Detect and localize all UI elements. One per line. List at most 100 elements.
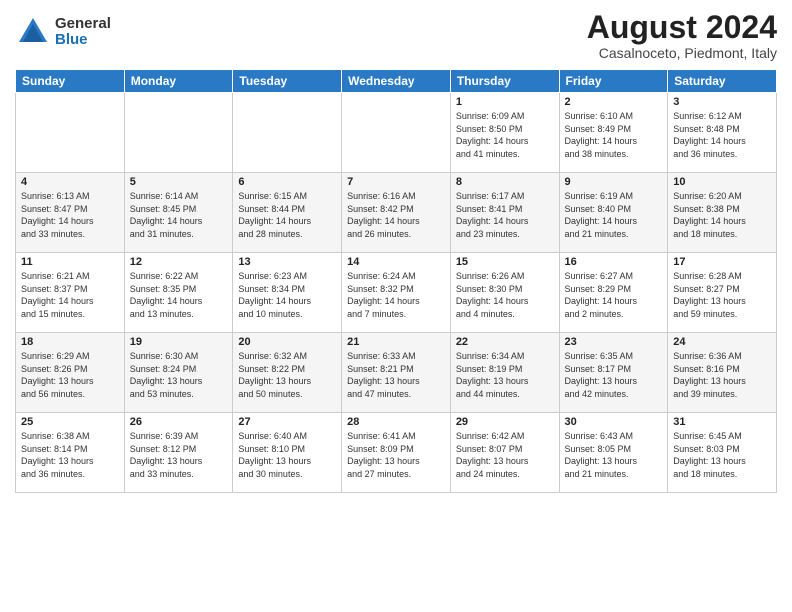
day-info-15: Sunrise: 6:26 AM Sunset: 8:30 PM Dayligh… — [456, 270, 554, 320]
day-number-9: 9 — [565, 176, 663, 188]
header-wednesday: Wednesday — [342, 70, 451, 93]
table-row: 23 Sunrise: 6:35 AM Sunset: 8:17 PM Dayli… — [559, 333, 668, 413]
header-saturday: Saturday — [668, 70, 777, 93]
table-row: 31 Sunrise: 6:45 AM Sunset: 8:03 PM Dayli… — [668, 413, 777, 493]
day-info-19: Sunrise: 6:30 AM Sunset: 8:24 PM Dayligh… — [130, 350, 228, 400]
table-row: 17 Sunrise: 6:28 AM Sunset: 8:27 PM Dayli… — [668, 253, 777, 333]
day-number-8: 8 — [456, 176, 554, 188]
day-info-16: Sunrise: 6:27 AM Sunset: 8:29 PM Dayligh… — [565, 270, 663, 320]
day-info-2: Sunrise: 6:10 AM Sunset: 8:49 PM Dayligh… — [565, 110, 663, 160]
table-row: 24 Sunrise: 6:36 AM Sunset: 8:16 PM Dayli… — [668, 333, 777, 413]
day-number-24: 24 — [673, 336, 771, 348]
day-number-21: 21 — [347, 336, 445, 348]
day-number-6: 6 — [238, 176, 336, 188]
day-info-21: Sunrise: 6:33 AM Sunset: 8:21 PM Dayligh… — [347, 350, 445, 400]
calendar-table: Sunday Monday Tuesday Wednesday Thursday… — [15, 69, 777, 493]
day-info-12: Sunrise: 6:22 AM Sunset: 8:35 PM Dayligh… — [130, 270, 228, 320]
table-row: 6 Sunrise: 6:15 AM Sunset: 8:44 PM Daylig… — [233, 173, 342, 253]
day-number-14: 14 — [347, 256, 445, 268]
header: General Blue August 2024 Casalnoceto, Pi… — [15, 10, 777, 61]
day-info-26: Sunrise: 6:39 AM Sunset: 8:12 PM Dayligh… — [130, 430, 228, 480]
table-row: 14Sunrise: 6:24 AM Sunset: 8:32 PM Dayli… — [342, 253, 451, 333]
day-number-29: 29 — [456, 416, 554, 428]
logo-blue: Blue — [55, 32, 111, 49]
table-row: 3Sunrise: 6:12 AM Sunset: 8:48 PM Daylig… — [668, 93, 777, 173]
logo: General Blue — [15, 14, 111, 50]
table-row: 25Sunrise: 6:38 AM Sunset: 8:14 PM Dayli… — [16, 413, 125, 493]
day-info-17: Sunrise: 6:28 AM Sunset: 8:27 PM Dayligh… — [673, 270, 771, 320]
table-row — [233, 93, 342, 173]
day-info-27: Sunrise: 6:40 AM Sunset: 8:10 PM Dayligh… — [238, 430, 336, 480]
week-row-2: 4Sunrise: 6:13 AM Sunset: 8:47 PM Daylig… — [16, 173, 777, 253]
day-info-30: Sunrise: 6:43 AM Sunset: 8:05 PM Dayligh… — [565, 430, 663, 480]
day-info-9: Sunrise: 6:19 AM Sunset: 8:40 PM Dayligh… — [565, 190, 663, 240]
month-year-title: August 2024 — [587, 10, 777, 45]
table-row: 1 Sunrise: 6:09 AM Sunset: 8:50 PM Daylig… — [450, 93, 559, 173]
week-row-5: 25Sunrise: 6:38 AM Sunset: 8:14 PM Dayli… — [16, 413, 777, 493]
day-number-7: 7 — [347, 176, 445, 188]
header-tuesday: Tuesday — [233, 70, 342, 93]
header-sunday: Sunday — [16, 70, 125, 93]
day-number-30: 30 — [565, 416, 663, 428]
day-info-29: Sunrise: 6:42 AM Sunset: 8:07 PM Dayligh… — [456, 430, 554, 480]
day-info-18: Sunrise: 6:29 AM Sunset: 8:26 PM Dayligh… — [21, 350, 119, 400]
logo-text: General Blue — [55, 16, 111, 49]
day-number-11: 11 — [21, 256, 119, 268]
table-row: 19Sunrise: 6:30 AM Sunset: 8:24 PM Dayli… — [124, 333, 233, 413]
table-row: 26 Sunrise: 6:39 AM Sunset: 8:12 PM Dayli… — [124, 413, 233, 493]
table-row: 22Sunrise: 6:34 AM Sunset: 8:19 PM Dayli… — [450, 333, 559, 413]
day-info-24: Sunrise: 6:36 AM Sunset: 8:16 PM Dayligh… — [673, 350, 771, 400]
table-row: 10 Sunrise: 6:20 AM Sunset: 8:38 PM Dayli… — [668, 173, 777, 253]
logo-general: General — [55, 16, 111, 33]
day-info-13: Sunrise: 6:23 AM Sunset: 8:34 PM Dayligh… — [238, 270, 336, 320]
day-info-20: Sunrise: 6:32 AM Sunset: 8:22 PM Dayligh… — [238, 350, 336, 400]
week-row-1: 1 Sunrise: 6:09 AM Sunset: 8:50 PM Daylig… — [16, 93, 777, 173]
table-row: 21 Sunrise: 6:33 AM Sunset: 8:21 PM Dayli… — [342, 333, 451, 413]
day-info-5: Sunrise: 6:14 AM Sunset: 8:45 PM Dayligh… — [130, 190, 228, 240]
header-monday: Monday — [124, 70, 233, 93]
table-row: 29 Sunrise: 6:42 AM Sunset: 8:07 PM Dayli… — [450, 413, 559, 493]
day-info-3: Sunrise: 6:12 AM Sunset: 8:48 PM Dayligh… — [673, 110, 771, 160]
day-info-11: Sunrise: 6:21 AM Sunset: 8:37 PM Dayligh… — [21, 270, 119, 320]
day-number-10: 10 — [673, 176, 771, 188]
day-number-17: 17 — [673, 256, 771, 268]
day-number-26: 26 — [130, 416, 228, 428]
day-number-15: 15 — [456, 256, 554, 268]
day-info-4: Sunrise: 6:13 AM Sunset: 8:47 PM Dayligh… — [21, 190, 119, 240]
table-row: 20 Sunrise: 6:32 AM Sunset: 8:22 PM Dayli… — [233, 333, 342, 413]
logo-icon — [15, 14, 51, 50]
table-row: 8Sunrise: 6:17 AM Sunset: 8:41 PM Daylig… — [450, 173, 559, 253]
day-info-10: Sunrise: 6:20 AM Sunset: 8:38 PM Dayligh… — [673, 190, 771, 240]
table-row: 13Sunrise: 6:23 AM Sunset: 8:34 PM Dayli… — [233, 253, 342, 333]
day-info-23: Sunrise: 6:35 AM Sunset: 8:17 PM Dayligh… — [565, 350, 663, 400]
day-info-1: Sunrise: 6:09 AM Sunset: 8:50 PM Dayligh… — [456, 110, 554, 160]
week-row-3: 11 Sunrise: 6:21 AM Sunset: 8:37 PM Dayli… — [16, 253, 777, 333]
page-container: General Blue August 2024 Casalnoceto, Pi… — [0, 0, 792, 612]
header-thursday: Thursday — [450, 70, 559, 93]
day-number-1: 1 — [456, 96, 554, 108]
day-info-31: Sunrise: 6:45 AM Sunset: 8:03 PM Dayligh… — [673, 430, 771, 480]
day-info-22: Sunrise: 6:34 AM Sunset: 8:19 PM Dayligh… — [456, 350, 554, 400]
day-info-28: Sunrise: 6:41 AM Sunset: 8:09 PM Dayligh… — [347, 430, 445, 480]
day-number-31: 31 — [673, 416, 771, 428]
table-row: 15 Sunrise: 6:26 AM Sunset: 8:30 PM Dayli… — [450, 253, 559, 333]
day-number-27: 27 — [238, 416, 336, 428]
title-block: August 2024 Casalnoceto, Piedmont, Italy — [587, 10, 777, 61]
table-row: 27 Sunrise: 6:40 AM Sunset: 8:10 PM Dayli… — [233, 413, 342, 493]
header-friday: Friday — [559, 70, 668, 93]
table-row: 18Sunrise: 6:29 AM Sunset: 8:26 PM Dayli… — [16, 333, 125, 413]
table-row: 30 Sunrise: 6:43 AM Sunset: 8:05 PM Dayli… — [559, 413, 668, 493]
calendar-header-row: Sunday Monday Tuesday Wednesday Thursday… — [16, 70, 777, 93]
table-row — [342, 93, 451, 173]
day-info-6: Sunrise: 6:15 AM Sunset: 8:44 PM Dayligh… — [238, 190, 336, 240]
location-subtitle: Casalnoceto, Piedmont, Italy — [587, 45, 777, 61]
table-row: 28Sunrise: 6:41 AM Sunset: 8:09 PM Dayli… — [342, 413, 451, 493]
day-number-23: 23 — [565, 336, 663, 348]
table-row — [124, 93, 233, 173]
table-row: 11 Sunrise: 6:21 AM Sunset: 8:37 PM Dayli… — [16, 253, 125, 333]
day-number-25: 25 — [21, 416, 119, 428]
table-row: 5 Sunrise: 6:14 AM Sunset: 8:45 PM Daylig… — [124, 173, 233, 253]
day-number-5: 5 — [130, 176, 228, 188]
day-number-20: 20 — [238, 336, 336, 348]
week-row-4: 18Sunrise: 6:29 AM Sunset: 8:26 PM Dayli… — [16, 333, 777, 413]
